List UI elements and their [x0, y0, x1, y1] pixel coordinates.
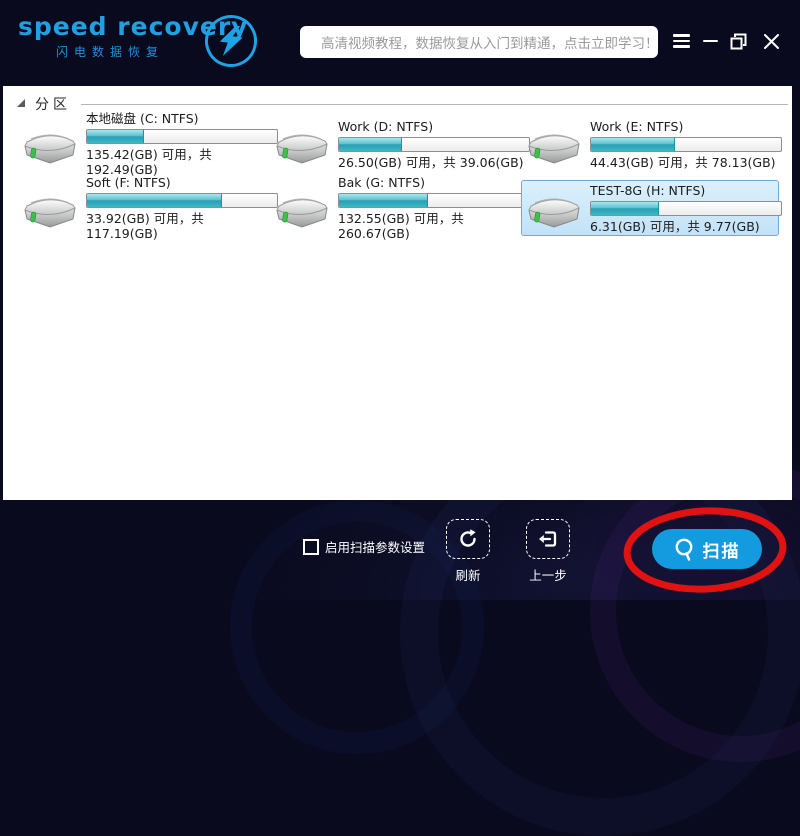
- scan-params-checkbox[interactable]: [303, 538, 319, 555]
- refresh-label: 刷新: [455, 568, 481, 583]
- close-icon: [763, 33, 779, 49]
- hdd-icon: [526, 187, 582, 229]
- drive-card-c[interactable]: 本地磁盘 (C: NTFS) 135.42(GB) 可用，共 192.49(GB…: [17, 111, 278, 177]
- drive-capacity: 26.50(GB) 可用，共 39.06(GB): [338, 154, 524, 170]
- refresh-tool: 刷新: [439, 519, 497, 584]
- tutorial-banner-text: 高清视频教程，数据恢复从入门到精通，点击立即学习！: [321, 36, 659, 52]
- section-divider: [81, 103, 788, 105]
- refresh-button[interactable]: [446, 519, 490, 559]
- usage-bar: [590, 200, 782, 216]
- restore-icon: [730, 33, 746, 49]
- drive-card-e[interactable]: Work (E: NTFS) 44.43(GB) 可用，共 78.13(GB): [521, 116, 782, 172]
- scan-button[interactable]: 扫描: [652, 529, 762, 569]
- hdd-icon: [526, 123, 582, 165]
- tutorial-banner[interactable]: 高清视频教程，数据恢复从入门到精通，点击立即学习！: [300, 26, 659, 58]
- search-icon: [675, 538, 692, 561]
- hdd-icon: [22, 187, 78, 229]
- scan-button-label: 扫描: [702, 541, 741, 561]
- drive-capacity: 135.42(GB) 可用，共 192.49(GB): [86, 147, 212, 177]
- usage-bar: [590, 136, 782, 152]
- drive-label: Work (E: NTFS): [590, 118, 684, 134]
- restore-button[interactable]: [728, 32, 748, 50]
- back-label: 上一步: [529, 568, 567, 583]
- hdd-icon: [22, 123, 78, 165]
- back-icon: [539, 531, 557, 547]
- back-button[interactable]: [526, 519, 570, 559]
- menu-icon: [672, 34, 690, 48]
- drive-capacity: 33.92(GB) 可用，共 117.19(GB): [86, 211, 204, 241]
- minimize-icon: [702, 39, 718, 43]
- drive-label: 本地磁盘 (C: NTFS): [86, 111, 199, 126]
- menu-button[interactable]: [671, 32, 691, 50]
- drive-card-g[interactable]: Bak (G: NTFS) 132.55(GB) 可用，共 260.67(GB): [269, 175, 530, 241]
- hdd-icon: [274, 123, 330, 165]
- drive-capacity: 6.31(GB) 可用，共 9.77(GB): [590, 218, 760, 234]
- drive-capacity: 132.55(GB) 可用，共 260.67(GB): [338, 211, 464, 241]
- back-tool: 上一步: [519, 519, 577, 584]
- background-swirl: [590, 460, 800, 762]
- minimize-button[interactable]: [700, 32, 720, 50]
- usage-bar: [86, 129, 278, 144]
- hdd-icon: [274, 187, 330, 229]
- drive-card-h[interactable]: TEST-8G (H: NTFS) 6.31(GB) 可用，共 9.77(GB): [521, 180, 782, 236]
- section-title: 分区: [35, 97, 71, 113]
- refresh-icon: [460, 529, 476, 547]
- scan-params-option: 启用扫描参数设置: [303, 537, 425, 556]
- drive-capacity: 44.43(GB) 可用，共 78.13(GB): [590, 154, 776, 170]
- drive-card-f[interactable]: Soft (F: NTFS) 33.92(GB) 可用，共 117.19(GB): [17, 175, 278, 241]
- drive-label: TEST-8G (H: NTFS): [590, 182, 706, 198]
- close-button[interactable]: [761, 32, 781, 50]
- expander-icon[interactable]: [17, 99, 25, 107]
- usage-bar: [338, 136, 530, 152]
- drive-label: Work (D: NTFS): [338, 118, 434, 134]
- usage-bar: [338, 193, 530, 208]
- drive-label: Bak (G: NTFS): [338, 175, 425, 190]
- scan-params-label: 启用扫描参数设置: [325, 540, 426, 555]
- drive-card-d[interactable]: Work (D: NTFS) 26.50(GB) 可用，共 39.06(GB): [269, 116, 530, 172]
- usage-bar: [86, 193, 278, 208]
- partition-panel: 分区 本地磁盘 (C: NTFS) 135.42(GB) 可用，共 192.49…: [3, 86, 792, 500]
- drive-label: Soft (F: NTFS): [86, 175, 171, 190]
